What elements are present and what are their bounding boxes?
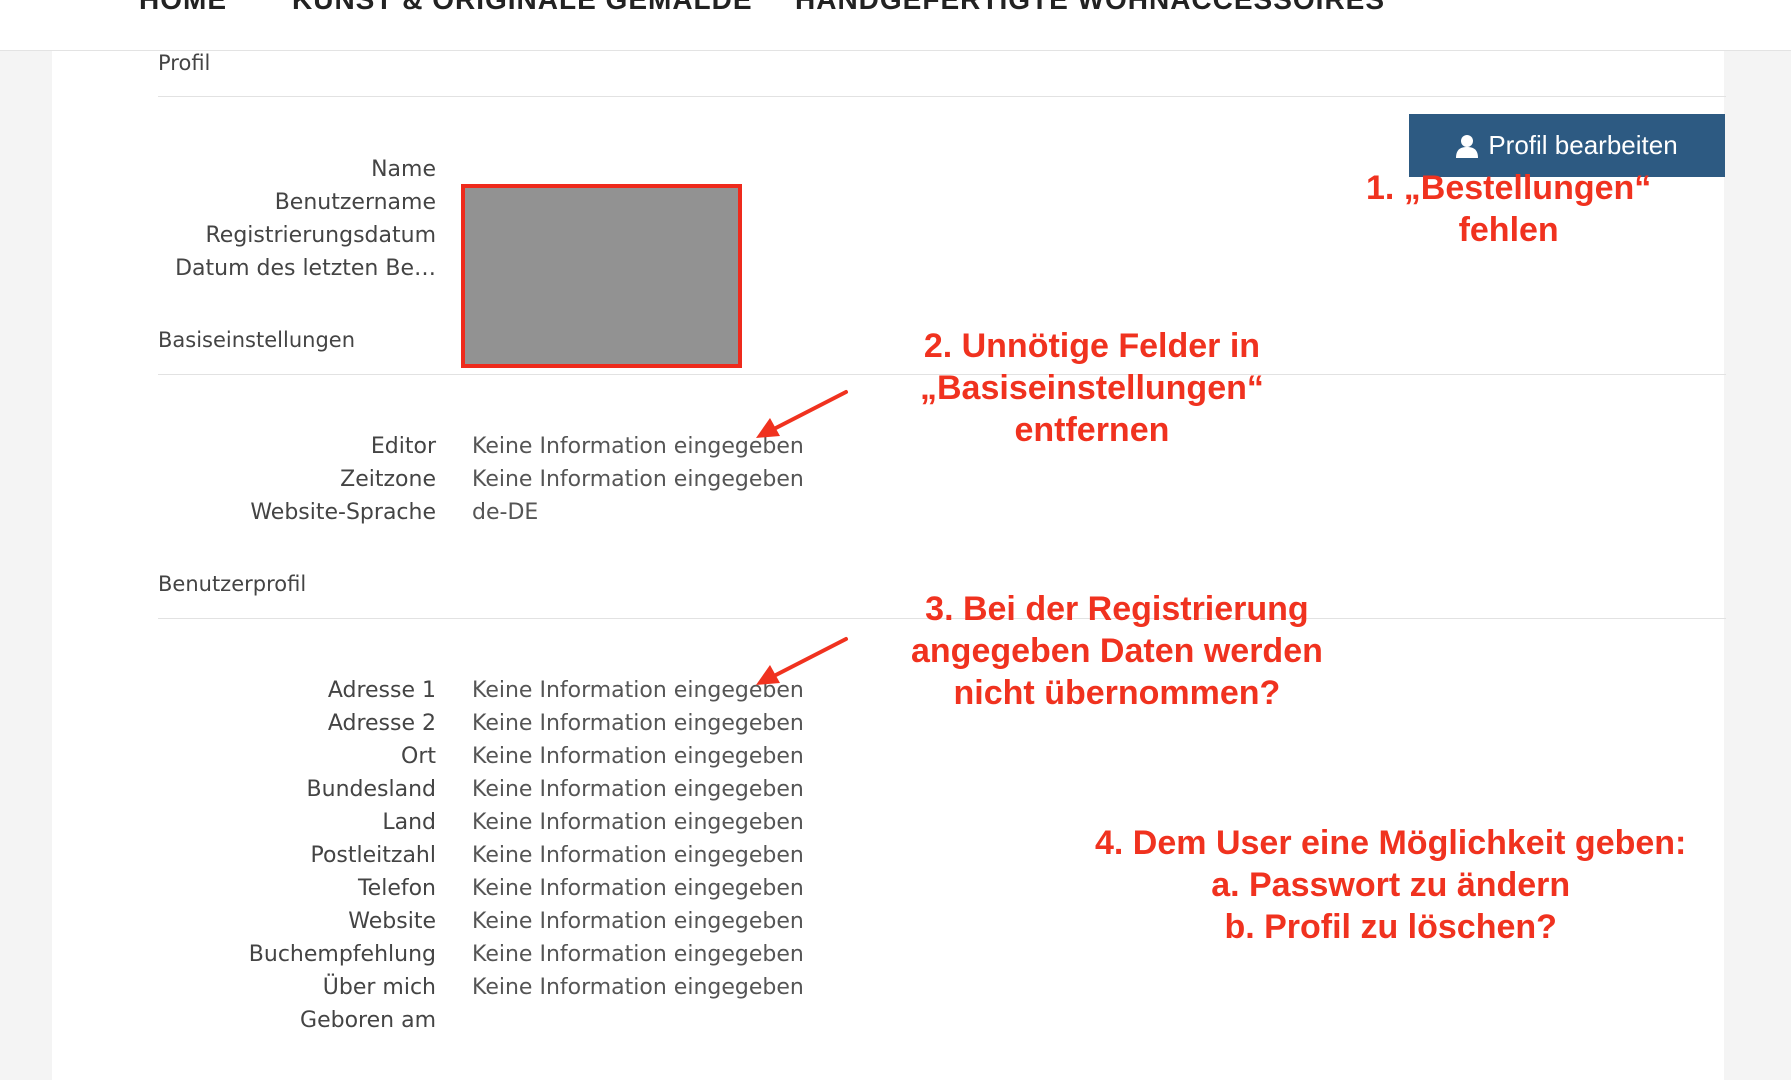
field-label: Benutzername bbox=[274, 190, 436, 215]
annotation-line: nicht übernommen? bbox=[953, 674, 1281, 712]
redacted-personal-data bbox=[461, 184, 742, 368]
field-value: Keine Information eingegeben bbox=[472, 744, 804, 769]
field-label: Ort bbox=[401, 744, 436, 769]
user-row-city: Ort Keine Information eingegeben bbox=[52, 744, 1052, 777]
section-title-benutzerprofil: Benutzerprofil bbox=[158, 572, 307, 596]
field-label: Geboren am bbox=[300, 1008, 436, 1033]
user-row-country: Land Keine Information eingegeben bbox=[52, 810, 1052, 843]
field-value: Keine Information eingegeben bbox=[472, 711, 804, 736]
field-label: Zeitzone bbox=[340, 467, 436, 492]
field-value: Keine Information eingegeben bbox=[472, 942, 804, 967]
annotation-note-2: 2. Unnötige Felder in „Basiseinstellunge… bbox=[920, 325, 1264, 451]
user-row-address1: Adresse 1 Keine Information eingegeben bbox=[52, 678, 1052, 711]
field-value: Keine Information eingegeben bbox=[472, 843, 804, 868]
annotation-note-3: 3. Bei der Registrierung angegeben Daten… bbox=[911, 588, 1323, 714]
basis-row-timezone: Zeitzone Keine Information eingegeben bbox=[52, 467, 1052, 500]
nav-item-kunst[interactable]: KUNST & ORIGINALE GEMÄLDE bbox=[292, 0, 753, 16]
annotation-line: a. Passwort zu ändern bbox=[1211, 866, 1571, 904]
annotation-line: angegeben Daten werden bbox=[911, 632, 1323, 670]
field-value: Keine Information eingegeben bbox=[472, 467, 804, 492]
field-label: Editor bbox=[370, 434, 436, 459]
annotation-line: „Basiseinstellungen“ bbox=[920, 369, 1264, 407]
field-value: Keine Information eingegeben bbox=[472, 777, 804, 802]
annotation-line: 2. Unnötige Felder in bbox=[923, 327, 1261, 365]
field-label: Adresse 1 bbox=[327, 678, 436, 703]
field-label: Registrierungsdatum bbox=[205, 223, 437, 248]
user-row-website: Website Keine Information eingegeben bbox=[52, 909, 1052, 942]
user-row-address2: Adresse 2 Keine Information eingegeben bbox=[52, 711, 1052, 744]
user-row-state: Bundesland Keine Information eingegeben bbox=[52, 777, 1052, 810]
annotation-line: entfernen bbox=[1014, 411, 1170, 449]
field-value: Keine Information eingegeben bbox=[472, 876, 804, 901]
annotation-arrow-icon bbox=[756, 637, 848, 685]
edit-profile-label: Profil bearbeiten bbox=[1488, 130, 1678, 160]
user-icon bbox=[1456, 134, 1479, 158]
field-label: Postleitzahl bbox=[310, 843, 436, 868]
annotation-line: 3. Bei der Registrierung bbox=[925, 590, 1309, 628]
annotation-note-1: 1. „Bestellungen“ fehlen bbox=[1366, 167, 1651, 251]
field-label: Buchempfehlung bbox=[248, 942, 436, 967]
nav-item-home[interactable]: HOME bbox=[139, 0, 227, 16]
section-divider bbox=[158, 96, 1726, 97]
field-value: Keine Information eingegeben bbox=[472, 909, 804, 934]
field-label: Über mich bbox=[322, 975, 436, 1000]
section-title-profil: Profil bbox=[158, 51, 211, 75]
annotation-line: 4. Dem User eine Möglichkeit geben: bbox=[1095, 824, 1687, 862]
annotation-line: b. Profil zu löschen? bbox=[1224, 908, 1557, 946]
basis-row-editor: Editor Keine Information eingegeben bbox=[52, 434, 1052, 467]
field-value: de-DE bbox=[472, 500, 539, 525]
user-row-about-me: Über mich Keine Information eingegeben bbox=[52, 975, 1052, 1008]
top-navigation: HOME KUNST & ORIGINALE GEMÄLDE HANDGEFER… bbox=[0, 0, 1791, 51]
user-row-book-recommendation: Buchempfehlung Keine Information eingege… bbox=[52, 942, 1052, 975]
field-label: Website-Sprache bbox=[250, 500, 436, 525]
basis-row-language: Website-Sprache de-DE bbox=[52, 500, 1052, 533]
field-label: Telefon bbox=[357, 876, 436, 901]
nav-item-wohnaccessoires[interactable]: HANDGEFERTIGTE WOHNACCESSOIRES bbox=[795, 0, 1385, 16]
field-label: Name bbox=[371, 157, 436, 182]
field-label: Land bbox=[382, 810, 436, 835]
field-label: Website bbox=[348, 909, 436, 934]
annotation-line: fehlen bbox=[1458, 211, 1559, 249]
field-label: Datum des letzten Be… bbox=[175, 256, 436, 281]
field-value: Keine Information eingegeben bbox=[472, 810, 804, 835]
annotation-arrow-icon bbox=[756, 390, 848, 438]
field-label: Adresse 2 bbox=[327, 711, 436, 736]
user-row-birthdate: Geboren am bbox=[52, 1008, 1052, 1041]
user-row-postal-code: Postleitzahl Keine Information eingegebe… bbox=[52, 843, 1052, 876]
field-label: Bundesland bbox=[306, 777, 436, 802]
annotation-note-4: 4. Dem User eine Möglichkeit geben: a. P… bbox=[1095, 822, 1686, 948]
section-title-basiseinstellungen: Basiseinstellungen bbox=[158, 328, 355, 352]
user-row-phone: Telefon Keine Information eingegeben bbox=[52, 876, 1052, 909]
annotation-line: 1. „Bestellungen“ bbox=[1366, 169, 1652, 207]
field-value: Keine Information eingegeben bbox=[472, 975, 804, 1000]
